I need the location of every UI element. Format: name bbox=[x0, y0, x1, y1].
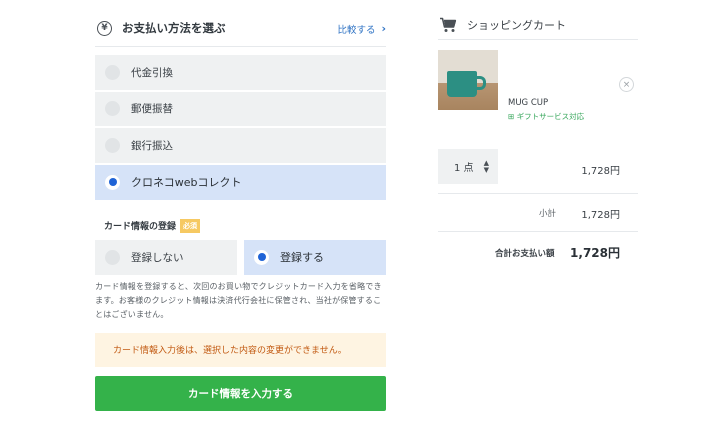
card-registration-heading: カード情報の登録 必須 bbox=[95, 218, 386, 234]
register-option-label: 登録する bbox=[280, 251, 324, 264]
chevron-right-icon: › bbox=[381, 22, 386, 35]
compare-link[interactable]: 比較する › bbox=[337, 10, 386, 47]
radio-button-selected[interactable] bbox=[105, 174, 120, 190]
cart-header: ショッピングカート bbox=[438, 10, 638, 40]
gift-service-label: ⊞ ギフトサービス対応 bbox=[508, 111, 584, 122]
register-option-label: 登録しない bbox=[131, 251, 184, 264]
total-value: 1,728円 bbox=[570, 246, 620, 260]
payment-option-postal-transfer[interactable]: 郵便振替 bbox=[95, 91, 386, 126]
payment-option-bank-transfer[interactable]: 銀行振込 bbox=[95, 128, 386, 163]
card-registration-title: カード情報の登録 bbox=[104, 222, 177, 232]
shopping-cart-icon bbox=[440, 17, 457, 32]
radio-button[interactable] bbox=[105, 101, 120, 117]
cart-title: ショッピングカート bbox=[467, 18, 566, 32]
item-price: 1,728円 bbox=[581, 166, 620, 177]
total-row: 合計お支払い額 1,728円 bbox=[438, 232, 638, 272]
gift-service-text: ギフトサービス対応 bbox=[516, 112, 585, 121]
mug-shape bbox=[447, 71, 477, 97]
radio-button[interactable] bbox=[105, 64, 120, 80]
register-no-option[interactable]: 登録しない bbox=[95, 239, 237, 275]
updown-arrow-icon: ▲ ▼ bbox=[483, 159, 489, 174]
payment-options: 代金引換 郵便振替 銀行振込 クロネコwebコレクト bbox=[95, 55, 386, 200]
yen-circle-icon: ¥ bbox=[97, 20, 112, 36]
payment-option-label: 郵便振替 bbox=[131, 103, 173, 116]
payment-option-kuroneko-web-collect[interactable]: クロネコwebコレクト bbox=[95, 164, 386, 200]
payment-section: ¥ お支払い方法を選ぶ 比較する › 代金引換 郵便振替 銀行振込 クロネコwe… bbox=[95, 10, 386, 411]
product-name[interactable]: MUG CUP bbox=[508, 98, 548, 108]
subtotal-value: 1,728円 bbox=[581, 210, 620, 221]
enter-card-info-button[interactable]: カード情報を入力する bbox=[95, 375, 386, 411]
card-registration-section: カード情報の登録 必須 登録しない 登録する カード情報を登録すると、次回のお買… bbox=[95, 218, 386, 411]
remove-item-button[interactable]: × bbox=[619, 77, 634, 92]
product-image[interactable] bbox=[438, 50, 498, 110]
subtotal-label: 小計 bbox=[539, 209, 557, 219]
radio-button[interactable] bbox=[105, 137, 120, 153]
register-yes-option[interactable]: 登録する bbox=[244, 239, 386, 275]
compare-link-label[interactable]: 比較する bbox=[337, 22, 375, 36]
quantity-select[interactable]: 1 点 ▲ ▼ bbox=[438, 149, 498, 184]
subtotal-row: 小計 1,728円 bbox=[438, 194, 638, 232]
quantity-value: 1 点 bbox=[454, 163, 474, 174]
radio-button-selected[interactable] bbox=[254, 249, 269, 265]
close-icon: × bbox=[622, 79, 631, 90]
required-badge: 必須 bbox=[180, 218, 201, 233]
cart-item: MUG CUP ⊞ ギフトサービス対応 × 1 点 ▲ ▼ 1,728円 bbox=[438, 40, 638, 194]
payment-option-label: クロネコwebコレクト bbox=[131, 176, 242, 189]
radio-button[interactable] bbox=[105, 249, 120, 265]
warning-message: カード情報入力後は、選択した内容の変更ができません。 bbox=[95, 332, 386, 367]
mug-handle-shape bbox=[475, 76, 486, 90]
card-registration-options: 登録しない 登録する bbox=[95, 239, 386, 275]
gift-icon: ⊞ bbox=[508, 112, 515, 121]
payment-header: ¥ お支払い方法を選ぶ 比較する › bbox=[95, 10, 386, 47]
cart-section: ショッピングカート MUG CUP ⊞ ギフトサービス対応 × 1 点 ▲ ▼ 1… bbox=[438, 10, 638, 272]
payment-title: お支払い方法を選ぶ bbox=[122, 21, 226, 35]
payment-option-cod[interactable]: 代金引換 bbox=[95, 55, 386, 90]
card-registration-note: カード情報を登録すると、次回のお買い物でクレジットカード入力を省略できます。お客… bbox=[95, 281, 382, 319]
payment-option-label: 代金引換 bbox=[131, 66, 173, 79]
total-label: 合計お支払い額 bbox=[495, 249, 555, 259]
payment-option-label: 銀行振込 bbox=[131, 139, 173, 152]
